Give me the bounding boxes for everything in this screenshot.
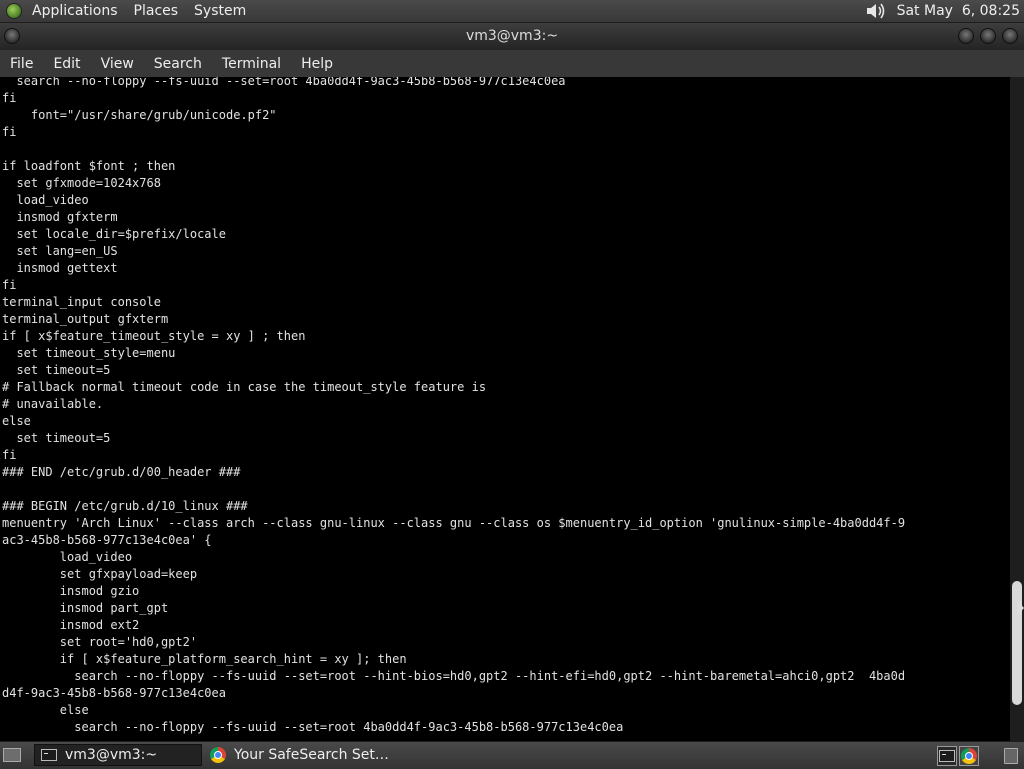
terminal-line: insmod gettext bbox=[2, 261, 118, 275]
menu-edit[interactable]: Edit bbox=[53, 56, 80, 72]
terminal-line: set gfxmode=1024x768 bbox=[2, 176, 161, 190]
terminal-line: load_video bbox=[2, 193, 89, 207]
terminal-line: ### END /etc/grub.d/00_header ### bbox=[2, 465, 241, 479]
terminal-line: # unavailable. bbox=[2, 397, 104, 411]
terminal-line: set gfxpayload=keep bbox=[2, 567, 198, 581]
terminal-line: if [ x$feature_platform_search_hint = xy… bbox=[2, 652, 407, 666]
scrollbar[interactable] bbox=[1010, 77, 1024, 741]
terminal-line: else bbox=[2, 703, 89, 717]
menu-help[interactable]: Help bbox=[301, 56, 333, 72]
terminal-line: if loadfont $font ; then bbox=[2, 159, 176, 173]
terminal-line: fi bbox=[2, 278, 17, 292]
minimize-button[interactable] bbox=[958, 28, 974, 44]
workspace-terminal-button[interactable] bbox=[937, 746, 957, 766]
terminal-icon bbox=[939, 750, 955, 762]
terminal-line: search --no-floppy --fs-uuid --set=root … bbox=[2, 720, 624, 734]
terminal-line: terminal_input console bbox=[2, 295, 161, 309]
menu-file[interactable]: File bbox=[10, 56, 33, 72]
taskbar-item-terminal[interactable]: vm3@vm3:~ bbox=[34, 744, 202, 766]
terminal-line: insmod gzio bbox=[2, 584, 140, 598]
terminal-line: ac3-45b8-b568-977c13e4c0ea' { bbox=[2, 533, 212, 547]
terminal-line: search --no-floppy --fs-uuid --set=root … bbox=[2, 77, 566, 88]
terminal-line: search --no-floppy --fs-uuid --set=root … bbox=[2, 669, 906, 683]
terminal-line: d4f-9ac3-45b8-b568-977c13e4c0ea bbox=[2, 686, 226, 700]
close-button[interactable] bbox=[1002, 28, 1018, 44]
scrollbar-thumb[interactable] bbox=[1012, 581, 1022, 705]
terminal-line: terminal_output gfxterm bbox=[2, 312, 169, 326]
terminal-line: fi bbox=[2, 125, 17, 139]
taskbar-item-label: Your SafeSearch Set… bbox=[234, 747, 389, 763]
terminal-line: else bbox=[2, 414, 31, 428]
terminal-line: insmod ext2 bbox=[2, 618, 140, 632]
mouse-pointer-icon bbox=[1018, 601, 1024, 615]
chrome-icon bbox=[210, 747, 226, 763]
terminal-line: ### BEGIN /etc/grub.d/10_linux ### bbox=[2, 499, 248, 513]
terminal-line: set lang=en_US bbox=[2, 244, 118, 258]
terminal-line: set locale_dir=$prefix/locale bbox=[2, 227, 226, 241]
trash-icon[interactable] bbox=[1004, 748, 1018, 764]
maximize-button[interactable] bbox=[980, 28, 996, 44]
gnome-foot-icon[interactable] bbox=[6, 3, 22, 19]
window-title: vm3@vm3:~ bbox=[465, 28, 559, 44]
window-titlebar[interactable]: vm3@vm3:~ bbox=[0, 23, 1024, 50]
show-desktop-icon[interactable] bbox=[3, 748, 21, 762]
terminal-text: search --no-floppy --fs-uuid --set=root … bbox=[2, 77, 905, 736]
applications-menu[interactable]: Applications bbox=[32, 3, 118, 19]
menu-terminal[interactable]: Terminal bbox=[222, 56, 281, 72]
terminal-line: load_video bbox=[2, 550, 133, 564]
menu-search[interactable]: Search bbox=[154, 56, 202, 72]
terminal-output[interactable]: search --no-floppy --fs-uuid --set=root … bbox=[0, 77, 1010, 741]
menu-view[interactable]: View bbox=[101, 56, 134, 72]
system-menu[interactable]: System bbox=[194, 3, 246, 19]
terminal-icon bbox=[41, 749, 57, 761]
bottom-taskbar: vm3@vm3:~ Your SafeSearch Set… bbox=[0, 741, 1024, 769]
chrome-icon bbox=[961, 748, 977, 764]
taskbar-item-label: vm3@vm3:~ bbox=[65, 747, 158, 763]
terminal-line: font="/usr/share/grub/unicode.pf2" bbox=[2, 108, 277, 122]
top-panel: Applications Places System Sat May 6, 08… bbox=[0, 0, 1024, 23]
terminal-line: fi bbox=[2, 91, 17, 105]
terminal-line: set timeout=5 bbox=[2, 363, 111, 377]
terminal-line: # Fallback normal timeout code in case t… bbox=[2, 380, 487, 394]
terminal-line: set timeout_style=menu bbox=[2, 346, 176, 360]
terminal-line: set root='hd0,gpt2' bbox=[2, 635, 198, 649]
workspace-chrome-button[interactable] bbox=[959, 746, 979, 766]
terminal-line: insmod gfxterm bbox=[2, 210, 118, 224]
taskbar-item-browser[interactable]: Your SafeSearch Set… bbox=[204, 744, 404, 766]
menubar: File Edit View Search Terminal Help bbox=[0, 50, 1024, 77]
terminal-line: if [ x$feature_timeout_style = xy ] ; th… bbox=[2, 329, 306, 343]
terminal-line: fi bbox=[2, 448, 17, 462]
clock[interactable]: Sat May 6, 08:25 bbox=[897, 3, 1020, 19]
volume-icon[interactable] bbox=[865, 1, 887, 21]
terminal-line: insmod part_gpt bbox=[2, 601, 169, 615]
terminal-line: set timeout=5 bbox=[2, 431, 111, 445]
terminal-line: menuentry 'Arch Linux' --class arch --cl… bbox=[2, 516, 906, 530]
places-menu[interactable]: Places bbox=[134, 3, 179, 19]
